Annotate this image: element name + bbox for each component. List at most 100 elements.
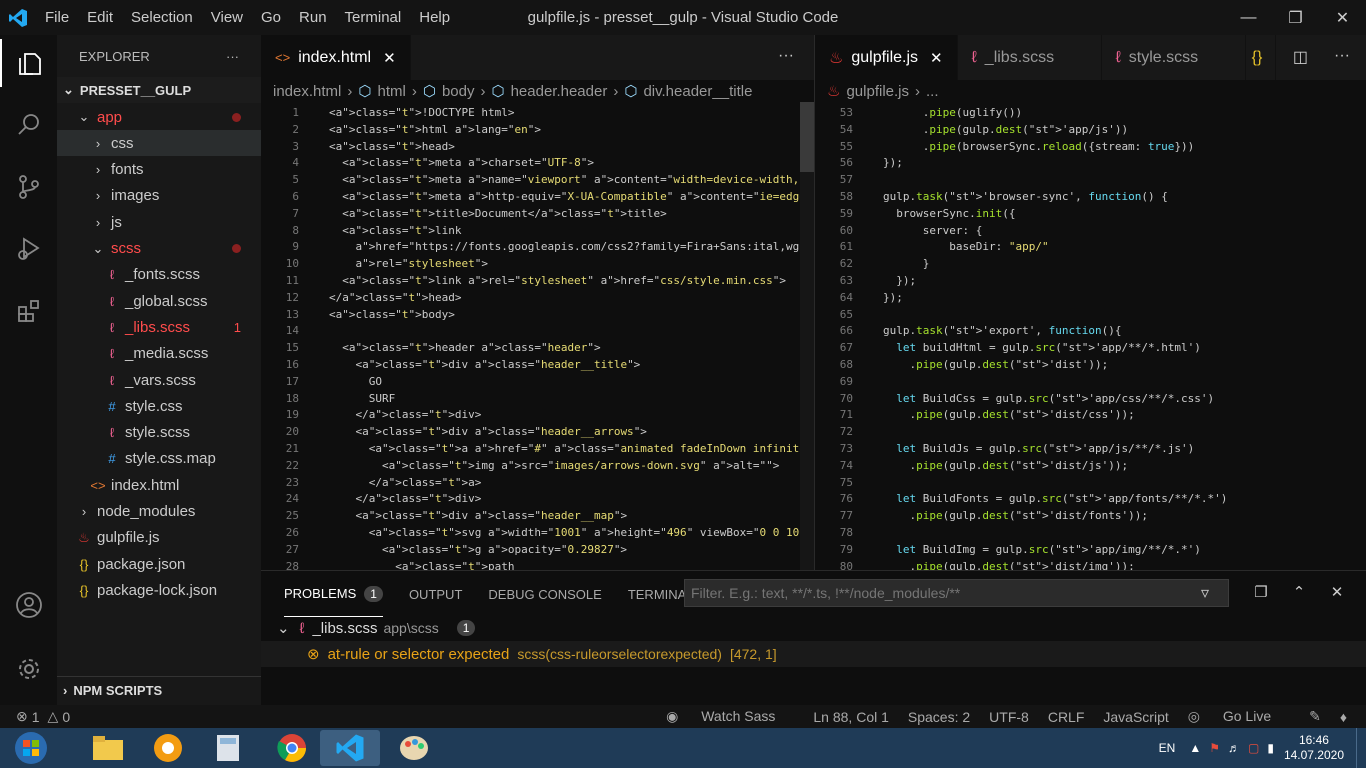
maximize-panel-icon[interactable]: ⌃ [1280, 583, 1318, 601]
breadcrumb-item[interactable]: div.header__title [643, 83, 752, 100]
collapse-all-icon[interactable]: ❐ [1242, 583, 1280, 601]
code-line: <a">class="t">body> [329, 307, 455, 321]
cursor-position[interactable]: Ln 88, Col 1 [813, 709, 889, 725]
split-editor-icon[interactable]: ◫ [1293, 47, 1308, 67]
tree-item[interactable]: › css [57, 130, 261, 157]
tree-item[interactable]: ℓ _vars.scss [57, 367, 261, 393]
file-explorer-icon[interactable] [78, 730, 138, 766]
tree-item[interactable]: ℓ style.scss [57, 420, 261, 446]
close-window-button[interactable]: ✕ [1319, 0, 1366, 35]
menu-run[interactable]: Run [290, 9, 336, 26]
chrome-icon[interactable] [262, 730, 322, 766]
tree-item[interactable]: › node_modules [57, 499, 261, 525]
scrollbar-left[interactable] [800, 102, 814, 570]
problems-filter-input[interactable] [684, 579, 1229, 607]
activity-bar [0, 35, 57, 705]
breadcrumb-item[interactable]: body [442, 83, 475, 100]
show-desktop-button[interactable] [1356, 728, 1366, 768]
close-tab-icon[interactable]: ✕ [930, 49, 943, 67]
keyboard-language[interactable]: EN [1159, 741, 1176, 755]
tab-style-scss[interactable]: ℓ style.scss [1102, 35, 1246, 80]
close-panel-icon[interactable]: ✕ [1318, 583, 1356, 601]
paint-icon[interactable] [384, 730, 444, 766]
tree-item[interactable]: # style.css [57, 393, 261, 419]
problem-file-row[interactable]: ⌄ ℓ _libs.scss app\scss 1 [277, 615, 476, 641]
tree-item[interactable]: › fonts [57, 157, 261, 183]
tree-item[interactable]: ℓ _libs.scss 1 [57, 314, 261, 340]
source-control-icon[interactable] [0, 163, 57, 211]
breadcrumb-item[interactable]: gulpfile.js [846, 83, 909, 100]
npm-scripts-section[interactable]: › NPM SCRIPTS [57, 676, 261, 703]
tab-libs-scss[interactable]: ℓ _libs.scss [958, 35, 1102, 80]
tree-item[interactable]: ⌄ scss [57, 236, 261, 262]
tree-item[interactable]: ℓ _media.scss [57, 341, 261, 367]
breadcrumb-item[interactable]: header.header [511, 83, 608, 100]
problems-status[interactable]: ⊗ 1 △ 0 [16, 708, 70, 725]
tree-item[interactable]: # style.css.map [57, 446, 261, 472]
menu-help[interactable]: Help [410, 9, 459, 26]
clock[interactable]: 16:46 14.07.2020 [1284, 733, 1344, 763]
windows-start-icon[interactable] [2, 730, 60, 766]
minimize-button[interactable]: — [1225, 0, 1272, 35]
restore-button[interactable]: ❐ [1272, 0, 1319, 35]
app-orange-icon[interactable] [138, 730, 198, 766]
close-tab-icon[interactable]: ✕ [383, 49, 396, 67]
line-endings[interactable]: CRLF [1048, 709, 1085, 725]
tree-item[interactable]: <> index.html [57, 472, 261, 498]
menu-terminal[interactable]: Terminal [336, 9, 411, 26]
menu-selection[interactable]: Selection [122, 9, 202, 26]
tab-debug-console[interactable]: DEBUG CONSOLE [488, 571, 601, 617]
code-editor-right[interactable]: 53 .pipe(uglify()) 54 .pipe(gulp.dest("st… [815, 102, 1366, 570]
menu-view[interactable]: View [202, 9, 252, 26]
project-section-header[interactable]: ⌄ PRESSET__GULP [57, 77, 261, 103]
filter-icon[interactable]: ▿ [1201, 583, 1209, 603]
run-debug-icon[interactable] [0, 225, 57, 273]
explorer-icon[interactable] [0, 39, 57, 87]
line-number: 55 [839, 139, 853, 153]
tree-item[interactable]: › js [57, 209, 261, 235]
feedback-icon[interactable]: ✎ [1309, 708, 1321, 725]
accounts-icon[interactable] [0, 581, 57, 629]
breadcrumb-item[interactable]: index.html [273, 83, 341, 100]
json-tab-icon[interactable]: {} [1246, 35, 1276, 80]
settings-gear-icon[interactable] [0, 645, 57, 693]
more-actions-icon[interactable]: ··· [1334, 47, 1350, 65]
tree-item[interactable]: ℓ _global.scss [57, 288, 261, 314]
tree-item[interactable]: › images [57, 183, 261, 209]
tree-item[interactable]: ℓ _fonts.scss [57, 262, 261, 288]
notifications-bell-icon[interactable]: ♦ [1340, 709, 1347, 725]
tab-problems[interactable]: PROBLEMS 1 [284, 571, 383, 617]
indentation[interactable]: Spaces: 2 [908, 709, 970, 725]
tree-item[interactable]: {} package-lock.json [57, 577, 261, 603]
encoding[interactable]: UTF-8 [989, 709, 1029, 725]
search-icon[interactable] [0, 101, 57, 149]
line-number: 59 [839, 206, 853, 220]
signal-icon[interactable]: ▮ [1267, 741, 1274, 755]
more-actions-icon[interactable]: ··· [778, 47, 794, 65]
vscode-taskbar-icon[interactable] [320, 730, 380, 766]
tree-item[interactable]: ♨ gulpfile.js [57, 525, 261, 551]
problem-row[interactable]: ⊗ at-rule or selector expected scss(css-… [261, 641, 1366, 667]
extensions-icon[interactable] [0, 287, 57, 335]
tab-gulpfile-js[interactable]: ♨ gulpfile.js ✕ [815, 35, 958, 80]
tray-expand-icon[interactable]: ▲ [1189, 741, 1201, 755]
breadcrumb-item[interactable]: ... [926, 83, 939, 100]
scrollbar-thumb[interactable] [800, 102, 814, 172]
volume-icon[interactable]: ♬ [1228, 741, 1240, 755]
network-icon[interactable]: ▢ [1248, 741, 1259, 755]
breadcrumb-item[interactable]: html [377, 83, 405, 100]
tree-item[interactable]: {} package.json [57, 551, 261, 577]
code-editor-left[interactable]: 1 <a">class="t">!DOCTYPE html> 2 <a">class=… [261, 102, 814, 570]
tab-output[interactable]: OUTPUT [409, 571, 462, 617]
action-center-icon[interactable]: ⚑ [1209, 741, 1220, 755]
tree-item[interactable]: ⌄ app [57, 104, 261, 130]
menu-file[interactable]: File [36, 9, 78, 26]
language-mode[interactable]: JavaScript [1103, 709, 1168, 725]
go-live-button[interactable]: ◎ Go Live [1188, 708, 1290, 725]
calculator-icon[interactable] [198, 730, 258, 766]
menu-go[interactable]: Go [252, 9, 290, 26]
more-actions-icon[interactable]: ··· [226, 49, 239, 64]
menu-edit[interactable]: Edit [78, 9, 122, 26]
tab-index-html[interactable]: <> index.html ✕ [261, 35, 411, 80]
watch-sass-button[interactable]: ◉ Watch Sass [666, 708, 794, 725]
